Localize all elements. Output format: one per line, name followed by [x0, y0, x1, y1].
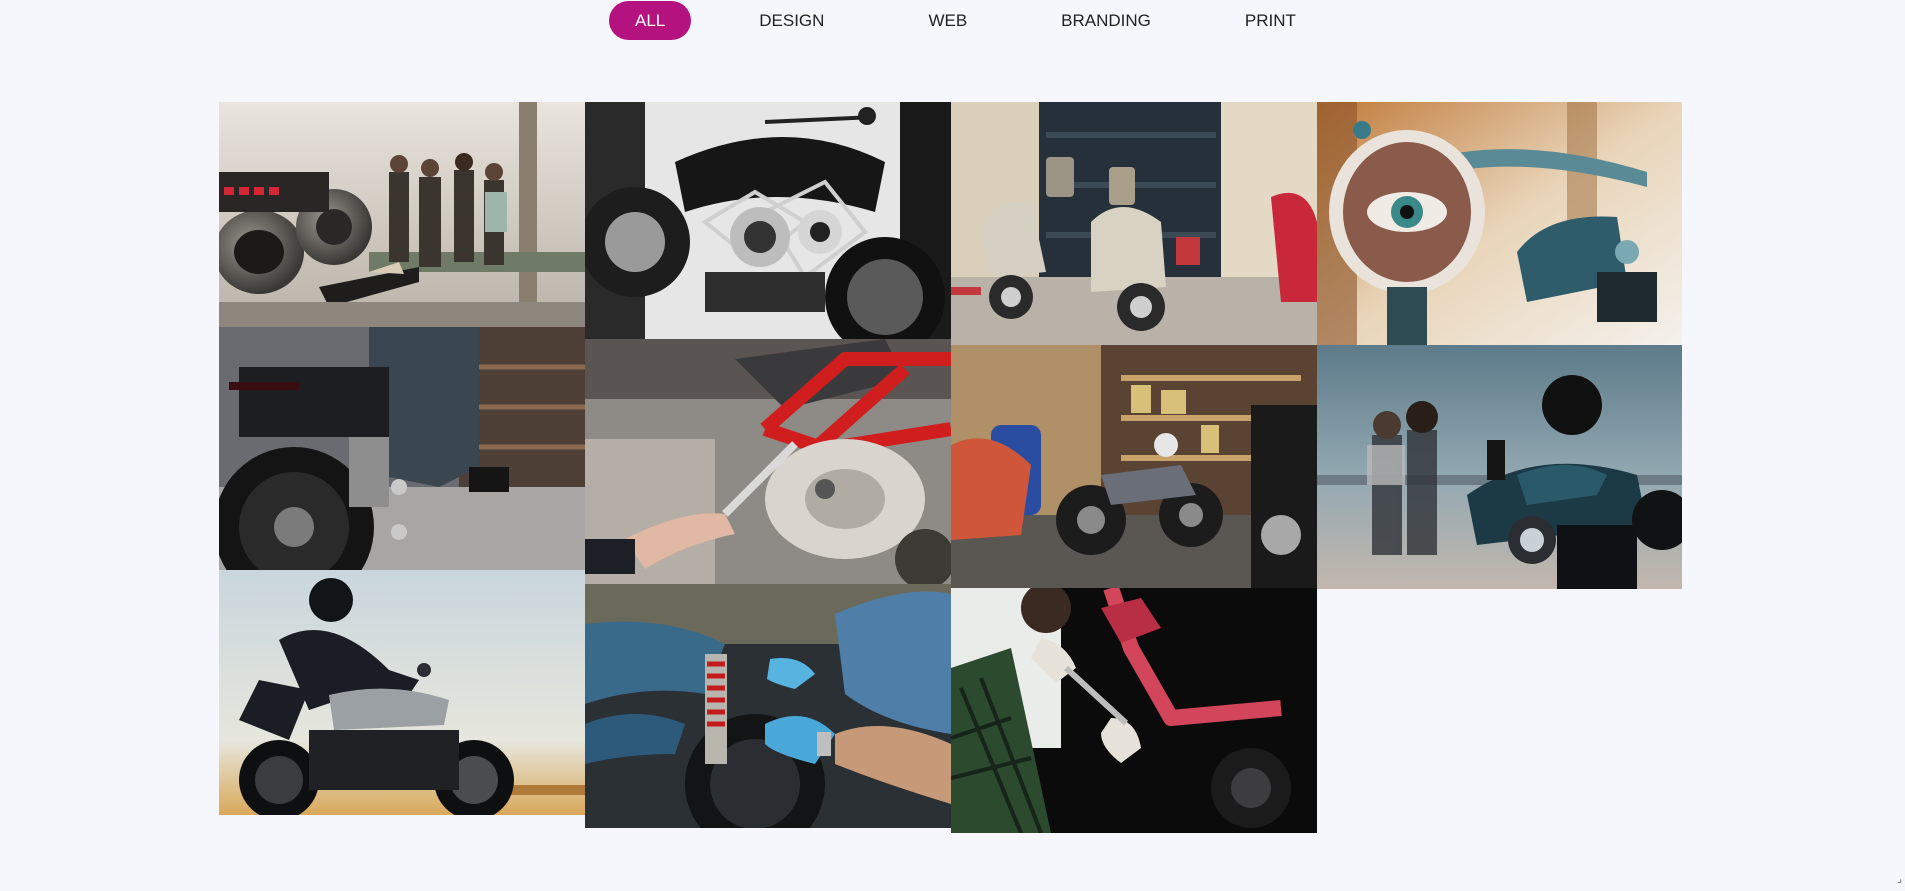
- portfolio-gallery: ALL DESIGN WEB BRANDING PRINT ⌟: [0, 0, 1905, 891]
- gallery-item-riders-exhaust[interactable]: [219, 102, 585, 327]
- bw-engine-image: [585, 102, 951, 339]
- vintage-scooters-image: [951, 102, 1317, 345]
- gallery-item-vintage-scooters[interactable]: [951, 102, 1317, 345]
- gallery-item-cluttered-garage[interactable]: [951, 345, 1317, 588]
- cluttered-garage-image: [951, 345, 1317, 588]
- gallery-item-mechanics-gloves[interactable]: [585, 584, 951, 828]
- filter-print-button[interactable]: PRINT: [1219, 1, 1322, 40]
- filter-design-button[interactable]: DESIGN: [733, 1, 850, 40]
- gallery-item-red-frame-repair[interactable]: [951, 588, 1317, 833]
- riders-exhaust-image: [219, 102, 585, 327]
- red-frame-repair-image: [951, 588, 1317, 833]
- mechanics-gloves-image: [585, 584, 951, 828]
- rider-workshop-image: [219, 327, 585, 570]
- portfolio-filter-bar: ALL DESIGN WEB BRANDING PRINT: [609, 0, 1338, 41]
- gallery-item-bw-engine[interactable]: [585, 102, 951, 339]
- filter-all-button[interactable]: ALL: [609, 1, 692, 40]
- gallery-item-rider-workshop[interactable]: [219, 327, 585, 570]
- cafe-racer-sunset-image: [219, 570, 585, 815]
- filter-branding-button[interactable]: BRANDING: [1035, 1, 1177, 40]
- gallery-item-cafe-racer-sunset[interactable]: [219, 570, 585, 815]
- gallery-item-red-frame-wrench[interactable]: [585, 339, 951, 584]
- scroll-corner-indicator: ⌟: [1897, 874, 1902, 885]
- eye-headlight-image: [1317, 102, 1682, 345]
- gallery-item-eye-headlight[interactable]: [1317, 102, 1682, 345]
- red-frame-wrench-image: [585, 339, 951, 584]
- gallery-item-couple-blue-bike[interactable]: [1317, 345, 1682, 589]
- couple-blue-bike-image: [1317, 345, 1682, 589]
- filter-web-button[interactable]: WEB: [902, 1, 993, 40]
